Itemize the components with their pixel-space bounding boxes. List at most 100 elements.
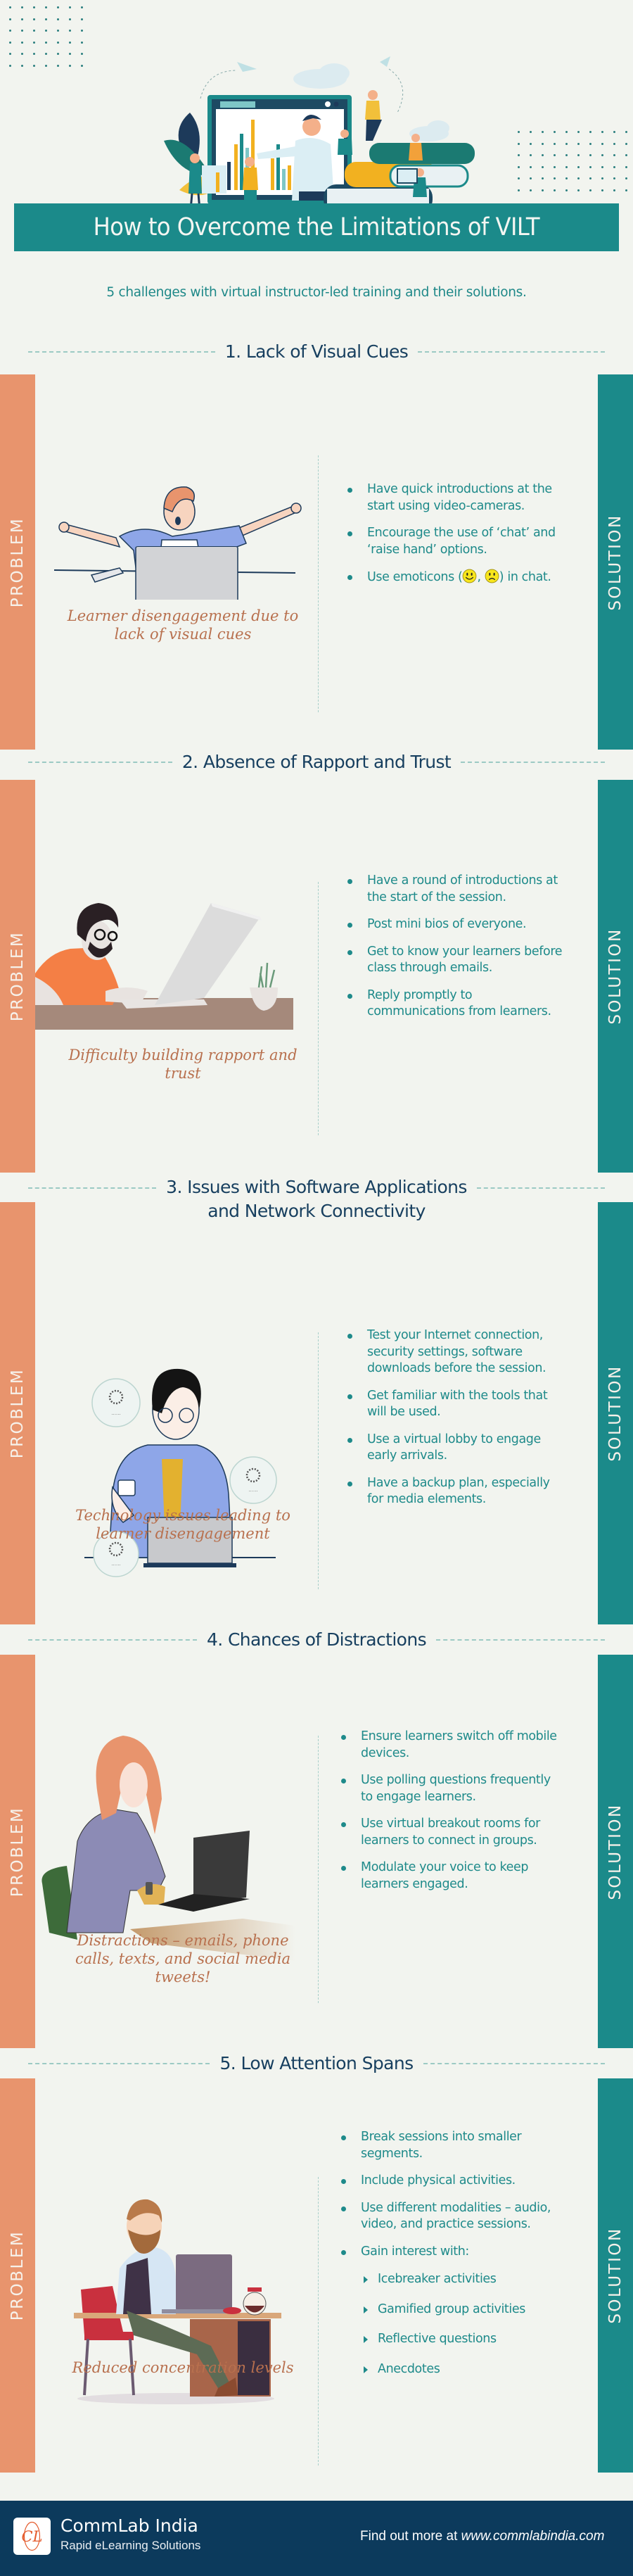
commlab-logo-icon: CL xyxy=(21,2521,43,2551)
dot xyxy=(69,18,71,20)
dot xyxy=(554,165,556,168)
dot xyxy=(577,165,580,168)
dot xyxy=(9,64,11,67)
solution-subitem: Anecdotes xyxy=(361,2361,575,2378)
solution-label: SOLUTION xyxy=(606,513,625,611)
dot xyxy=(33,18,35,20)
bullet-icon xyxy=(347,488,352,493)
dot xyxy=(601,165,603,168)
solution-subitem: Icebreaker activities xyxy=(361,2271,575,2288)
dot xyxy=(542,131,544,133)
dashed-rule xyxy=(28,1187,157,1189)
dot xyxy=(9,6,11,8)
solution-item: Use virtual breakout rooms for learners … xyxy=(335,1816,561,1849)
dot xyxy=(518,165,520,168)
problem-label: PROBLEM xyxy=(8,2230,27,2321)
dot xyxy=(57,53,59,55)
solution-text: Modulate your voice to keep learners eng… xyxy=(361,1860,529,1891)
dot xyxy=(589,142,592,145)
triangle-bullet-icon xyxy=(364,2276,368,2283)
dot xyxy=(542,189,544,191)
dot xyxy=(21,30,23,32)
dot xyxy=(81,18,83,20)
dashed-rule xyxy=(28,1639,197,1641)
title-banner: How to Overcome the Limitations of VILT xyxy=(14,203,619,251)
dot xyxy=(33,6,35,8)
dot xyxy=(21,6,23,8)
triangle-bullet-icon xyxy=(364,2336,368,2343)
dot xyxy=(518,142,520,145)
svg-text:......: ...... xyxy=(248,1486,257,1493)
dot xyxy=(613,189,615,191)
dot xyxy=(81,6,83,8)
problem-caption: Learner disengagement due to lack of vis… xyxy=(67,607,299,643)
solution-item: Post mini bios of everyone. xyxy=(342,916,567,933)
dot xyxy=(69,53,71,55)
dot xyxy=(45,6,47,8)
dot xyxy=(554,142,556,145)
solution-list: Have quick introductions at the start us… xyxy=(342,481,567,597)
dashed-rule xyxy=(418,351,606,353)
dashed-rule xyxy=(461,762,605,763)
dot xyxy=(613,154,615,156)
dot xyxy=(33,53,35,55)
solution-list: Test your Internet connection, security … xyxy=(342,1327,567,1519)
solution-text: Use emoticons ( xyxy=(367,570,463,584)
solution-item: Use different modalities – audio, video,… xyxy=(335,2200,575,2233)
solution-item: Use emoticons (, ) in chat. xyxy=(342,569,567,586)
dot xyxy=(81,30,83,32)
solution-text: Test your Internet connection, security … xyxy=(367,1328,546,1375)
dot xyxy=(565,189,568,191)
solution-text: Use a virtual lobby to engage early arri… xyxy=(367,1432,541,1463)
bullet-icon xyxy=(341,2135,346,2140)
dot xyxy=(530,154,532,156)
bullet-icon xyxy=(341,2179,346,2184)
dot xyxy=(518,189,520,191)
panel-divider xyxy=(318,455,319,712)
dot xyxy=(542,142,544,145)
dot xyxy=(45,41,47,44)
solution-item: Gain interest with: Icebreaker activitie… xyxy=(335,2244,575,2378)
dot xyxy=(45,53,47,55)
problem-bar: PROBLEM xyxy=(0,780,35,1173)
solution-text: Have a round of introductions at the sta… xyxy=(367,873,558,904)
section-heading: 4. Chances of Distractions xyxy=(28,1628,605,1652)
dot xyxy=(577,142,580,145)
section-heading: 1. Lack of Visual Cues xyxy=(28,340,606,364)
dot xyxy=(613,177,615,179)
dot xyxy=(625,189,627,191)
dot xyxy=(33,64,35,67)
commlab-logo[interactable]: CL xyxy=(13,2518,51,2555)
solution-bar: SOLUTION xyxy=(598,2078,633,2473)
dot xyxy=(530,189,532,191)
find-out-more: Find out more at www.commlabindia.com xyxy=(360,2529,604,2544)
dot xyxy=(69,41,71,44)
dashed-rule xyxy=(476,1187,606,1189)
solution-item: Have quick introductions at the start us… xyxy=(342,481,567,514)
solution-item: Use polling questions frequently to enga… xyxy=(335,1772,561,1805)
solution-subitem: Reflective questions xyxy=(361,2331,575,2348)
solution-text: Reply promptly to communications from le… xyxy=(367,987,551,1019)
dot xyxy=(530,142,532,145)
dot xyxy=(57,41,59,44)
solution-item: Get to know your learners before class t… xyxy=(342,944,567,977)
solution-text: Encourage the use of ‘chat’ and ‘raise h… xyxy=(367,526,556,557)
solution-item: Include physical activities. xyxy=(335,2173,575,2190)
bullet-icon xyxy=(347,1481,352,1486)
challenge-panel: PROBLEM SOLUTION ...... ...... ...... Te… xyxy=(0,1202,633,1624)
dot xyxy=(577,131,580,133)
problem-bar: PROBLEM xyxy=(0,1655,35,2048)
dot xyxy=(554,131,556,133)
website-link[interactable]: www.commlabindia.com xyxy=(461,2529,605,2544)
solution-label: SOLUTION xyxy=(606,1365,625,1462)
dot xyxy=(625,154,627,156)
dot xyxy=(518,131,520,133)
solution-list: Break sessions into smaller segments. In… xyxy=(335,2129,575,2391)
solution-item: Modulate your voice to keep learners eng… xyxy=(335,1860,561,1893)
bullet-icon xyxy=(341,1735,346,1740)
problem-label: PROBLEM xyxy=(8,1806,27,1897)
dot xyxy=(565,131,568,133)
solution-bar: SOLUTION xyxy=(598,374,633,750)
panel-divider xyxy=(318,882,319,1135)
dot xyxy=(554,189,556,191)
